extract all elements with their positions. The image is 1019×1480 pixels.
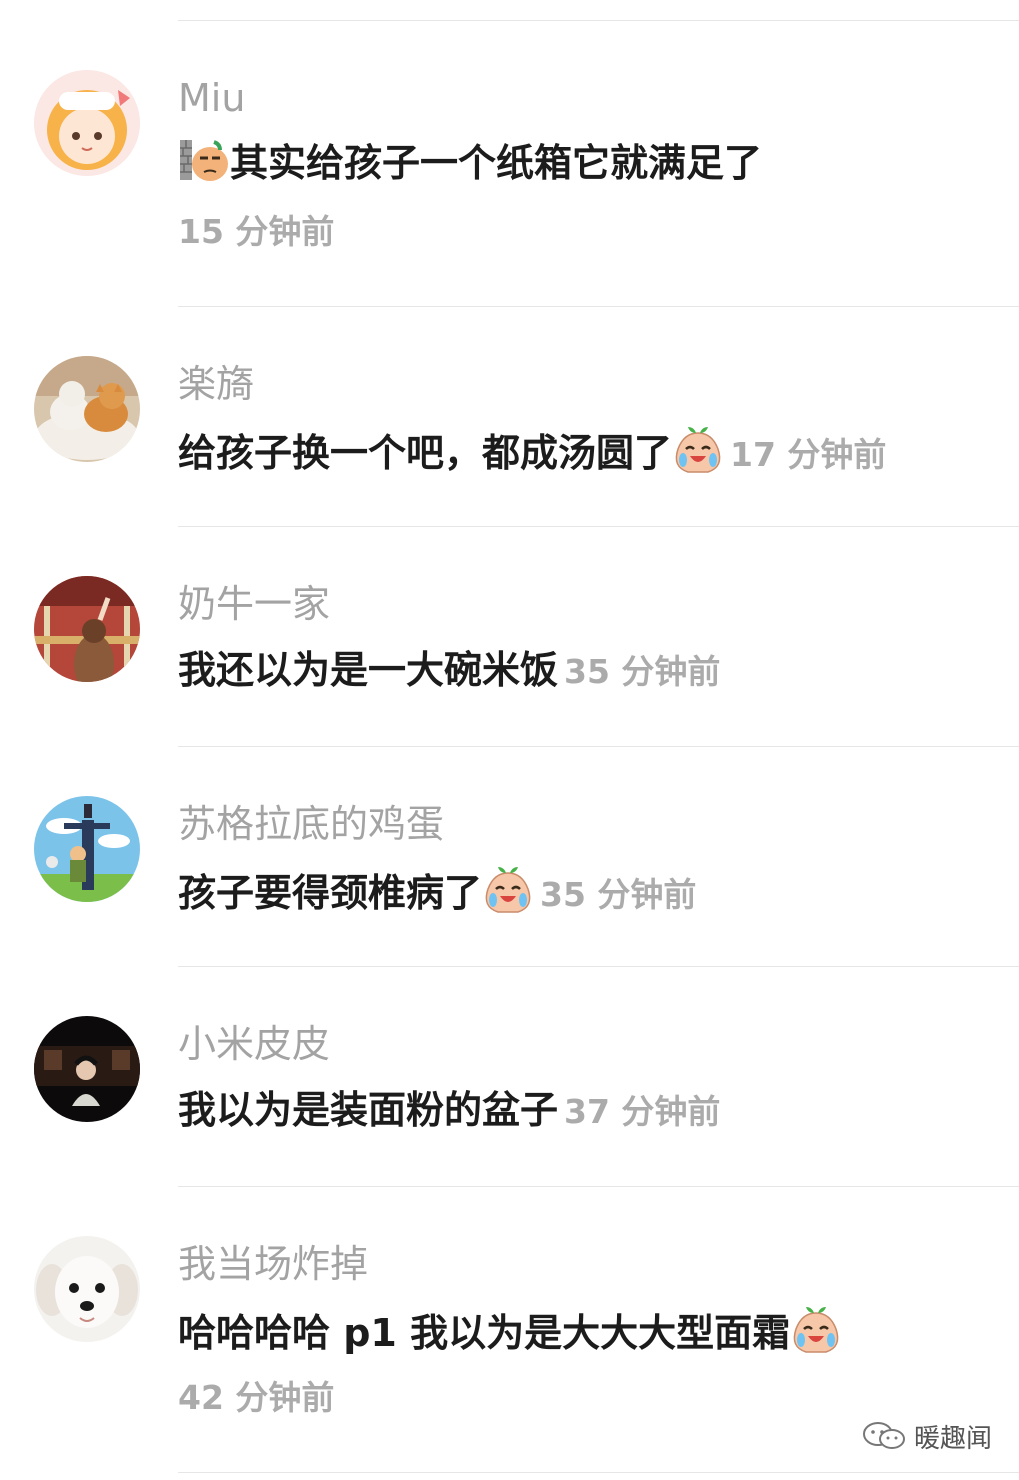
comment-username[interactable]: 我当场炸掉 bbox=[178, 1242, 368, 1286]
avatar[interactable] bbox=[34, 796, 140, 902]
doge-wall-icon bbox=[178, 134, 230, 186]
comment-body: 其实给孩子一个纸箱它就满足了 bbox=[230, 141, 763, 185]
comment-time: 42 分钟前 bbox=[178, 1378, 335, 1417]
crying-laugh-peach-icon bbox=[672, 424, 724, 476]
avatar[interactable] bbox=[34, 70, 140, 176]
wechat-icon bbox=[863, 1422, 905, 1449]
comment-body: 孩子要得颈椎病了 bbox=[178, 871, 483, 915]
divider bbox=[178, 966, 1019, 967]
comment-text: 孩子要得颈椎病了 35 分钟前 bbox=[178, 864, 696, 921]
comment-username[interactable]: 苏格拉底的鸡蛋 bbox=[178, 802, 444, 846]
divider bbox=[178, 746, 1019, 747]
watermark-label: 暖趣闻 bbox=[914, 1423, 993, 1454]
comment-text: 我以为是装面粉的盆子 37 分钟前 bbox=[178, 1084, 720, 1138]
comment-body: 我还以为是一大碗米饭 bbox=[178, 648, 559, 692]
comment-text: 哈哈哈哈 p1 我以为是大大大型面霜 bbox=[178, 1304, 842, 1359]
comment-body: 哈哈哈哈 p1 我以为是大大大型面霜 bbox=[178, 1311, 791, 1355]
comment-username[interactable]: 楽旖 bbox=[178, 362, 254, 406]
avatar[interactable] bbox=[34, 1236, 140, 1342]
divider bbox=[178, 20, 1019, 21]
comment-body: 给孩子换一个吧，都成汤圆了 bbox=[178, 431, 673, 475]
divider bbox=[178, 1186, 1019, 1187]
divider bbox=[178, 1472, 1019, 1473]
comment-username[interactable]: 奶牛一家 bbox=[178, 582, 330, 626]
crying-laugh-peach-icon bbox=[482, 864, 534, 916]
comment-username[interactable]: 小米皮皮 bbox=[178, 1022, 330, 1066]
comment-list: Miu 其实给孩子一个纸箱它就满足了 15 分钟前 楽旖 给孩子换一个吧，都成汤… bbox=[0, 0, 1019, 1480]
avatar[interactable] bbox=[34, 1016, 140, 1122]
comment-time: 35 分钟前 bbox=[564, 652, 721, 691]
avatar[interactable] bbox=[34, 576, 140, 682]
comment-time: 15 分钟前 bbox=[178, 212, 335, 251]
comment-username[interactable]: Miu bbox=[178, 76, 245, 120]
comment-time: 17 分钟前 bbox=[730, 435, 887, 474]
comment-body: 我以为是装面粉的盆子 bbox=[178, 1088, 559, 1132]
watermark: 暖趣闻 bbox=[862, 1416, 992, 1456]
comment-text: 给孩子换一个吧，都成汤圆了 17 分钟前 bbox=[178, 424, 886, 481]
comment-time: 37 分钟前 bbox=[564, 1092, 721, 1131]
comment-time: 35 分钟前 bbox=[540, 875, 697, 914]
comment-text: 其实给孩子一个纸箱它就满足了 bbox=[178, 134, 762, 189]
crying-laugh-peach-icon bbox=[790, 1304, 842, 1356]
avatar[interactable] bbox=[34, 356, 140, 462]
comment-text: 我还以为是一大碗米饭 35 分钟前 bbox=[178, 644, 720, 698]
divider bbox=[178, 306, 1019, 307]
divider bbox=[178, 526, 1019, 527]
